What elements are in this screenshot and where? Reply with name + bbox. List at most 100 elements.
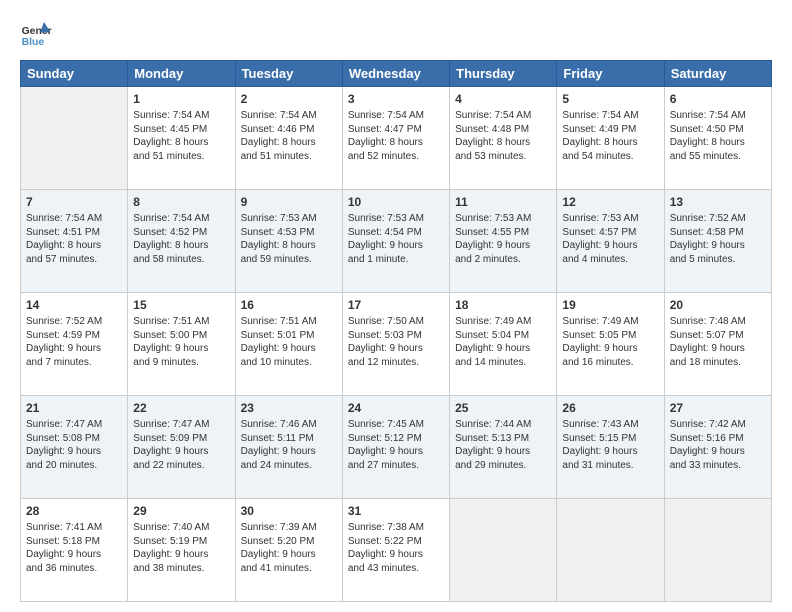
day-number: 4 [455, 91, 551, 107]
logo-icon: General Blue [20, 18, 52, 50]
calendar-cell: 10 Sunrise: 7:53 AMSunset: 4:54 PMDayligh… [342, 190, 449, 293]
calendar-header-tuesday: Tuesday [235, 61, 342, 87]
day-number: 15 [133, 297, 229, 313]
day-number: 2 [241, 91, 337, 107]
day-info: Sunrise: 7:50 AMSunset: 5:03 PMDaylight:… [348, 315, 444, 369]
day-info: Sunrise: 7:54 AMSunset: 4:51 PMDaylight:… [26, 212, 122, 266]
calendar-cell: 27Sunrise: 7:42 AMSunset: 5:16 PMDayligh… [664, 396, 771, 499]
calendar-cell: 1Sunrise: 7:54 AMSunset: 4:45 PMDaylight… [128, 87, 235, 190]
day-number: 8 [133, 194, 229, 210]
day-number: 27 [670, 400, 766, 416]
day-info: Sunrise: 7:54 AMSunset: 4:49 PMDaylight:… [562, 109, 658, 163]
calendar-cell: 5 Sunrise: 7:54 AMSunset: 4:49 PMDaylight… [557, 87, 664, 190]
week-row-5: 28 Sunrise: 7:41 AMSunset: 5:18 PMDayligh… [21, 499, 772, 602]
day-number: 16 [241, 297, 337, 313]
week-row-2: 7 Sunrise: 7:54 AMSunset: 4:51 PMDaylight… [21, 190, 772, 293]
week-row-3: 14 Sunrise: 7:52 AMSunset: 4:59 PMDayligh… [21, 293, 772, 396]
calendar-cell: 22 Sunrise: 7:47 AMSunset: 5:09 PMDayligh… [128, 396, 235, 499]
day-number: 9 [241, 194, 337, 210]
logo: General Blue [20, 18, 52, 50]
day-info: Sunrise: 7:49 AMSunset: 5:05 PMDaylight:… [562, 315, 658, 369]
day-number: 24 [348, 400, 444, 416]
calendar-cell: 9 Sunrise: 7:53 AMSunset: 4:53 PMDaylight… [235, 190, 342, 293]
day-number: 22 [133, 400, 229, 416]
day-info: Sunrise: 7:47 AMSunset: 5:08 PMDaylight:… [26, 418, 122, 472]
calendar-cell [21, 87, 128, 190]
day-number: 11 [455, 194, 551, 210]
calendar-cell: 15 Sunrise: 7:51 AMSunset: 5:00 PMDayligh… [128, 293, 235, 396]
day-number: 17 [348, 297, 444, 313]
calendar-table: SundayMondayTuesdayWednesdayThursdayFrid… [20, 60, 772, 602]
calendar-cell: 12 Sunrise: 7:53 AMSunset: 4:57 PMDayligh… [557, 190, 664, 293]
calendar-header-sunday: Sunday [21, 61, 128, 87]
day-info: Sunrise: 7:54 AMSunset: 4:50 PMDaylight:… [670, 109, 766, 163]
calendar-cell: 30 Sunrise: 7:39 AMSunset: 5:20 PMDayligh… [235, 499, 342, 602]
day-number: 28 [26, 503, 122, 519]
day-number: 29 [133, 503, 229, 519]
svg-text:Blue: Blue [22, 37, 45, 48]
calendar-header-thursday: Thursday [450, 61, 557, 87]
day-number: 6 [670, 91, 766, 107]
calendar-cell: 16 Sunrise: 7:51 AMSunset: 5:01 PMDayligh… [235, 293, 342, 396]
day-info: Sunrise: 7:41 AMSunset: 5:18 PMDaylight:… [26, 521, 122, 575]
day-number: 12 [562, 194, 658, 210]
calendar-cell: 6 Sunrise: 7:54 AMSunset: 4:50 PMDaylight… [664, 87, 771, 190]
day-number: 7 [26, 194, 122, 210]
day-number: 26 [562, 400, 658, 416]
day-info: Sunrise: 7:53 AMSunset: 4:53 PMDaylight:… [241, 212, 337, 266]
day-number: 19 [562, 297, 658, 313]
day-info: Sunrise: 7:48 AMSunset: 5:07 PMDaylight:… [670, 315, 766, 369]
day-info: Sunrise: 7:45 AMSunset: 5:12 PMDaylight:… [348, 418, 444, 472]
day-info: Sunrise: 7:54 AMSunset: 4:46 PMDaylight:… [241, 109, 337, 163]
day-number: 18 [455, 297, 551, 313]
calendar-cell [557, 499, 664, 602]
calendar-cell: 21 Sunrise: 7:47 AMSunset: 5:08 PMDayligh… [21, 396, 128, 499]
calendar-cell: 7 Sunrise: 7:54 AMSunset: 4:51 PMDaylight… [21, 190, 128, 293]
calendar-cell: 18Sunrise: 7:49 AMSunset: 5:04 PMDayligh… [450, 293, 557, 396]
calendar-cell: 8Sunrise: 7:54 AMSunset: 4:52 PMDaylight… [128, 190, 235, 293]
day-number: 14 [26, 297, 122, 313]
day-number: 5 [562, 91, 658, 107]
calendar-cell: 13 Sunrise: 7:52 AMSunset: 4:58 PMDayligh… [664, 190, 771, 293]
day-number: 21 [26, 400, 122, 416]
calendar-cell: 29 Sunrise: 7:40 AMSunset: 5:19 PMDayligh… [128, 499, 235, 602]
day-number: 10 [348, 194, 444, 210]
calendar-cell: 26Sunrise: 7:43 AMSunset: 5:15 PMDayligh… [557, 396, 664, 499]
calendar-header-monday: Monday [128, 61, 235, 87]
calendar-cell: 23Sunrise: 7:46 AMSunset: 5:11 PMDayligh… [235, 396, 342, 499]
day-info: Sunrise: 7:51 AMSunset: 5:01 PMDaylight:… [241, 315, 337, 369]
calendar-cell: 4 Sunrise: 7:54 AMSunset: 4:48 PMDaylight… [450, 87, 557, 190]
calendar-cell: 11 Sunrise: 7:53 AMSunset: 4:55 PMDayligh… [450, 190, 557, 293]
day-info: Sunrise: 7:51 AMSunset: 5:00 PMDaylight:… [133, 315, 229, 369]
calendar-cell: 25Sunrise: 7:44 AMSunset: 5:13 PMDayligh… [450, 396, 557, 499]
day-info: Sunrise: 7:38 AMSunset: 5:22 PMDaylight:… [348, 521, 444, 575]
header: General Blue [20, 18, 772, 50]
calendar-cell: 2 Sunrise: 7:54 AMSunset: 4:46 PMDaylight… [235, 87, 342, 190]
day-info: Sunrise: 7:47 AMSunset: 5:09 PMDaylight:… [133, 418, 229, 472]
day-info: Sunrise: 7:54 AMSunset: 4:47 PMDaylight:… [348, 109, 444, 163]
day-number: 3 [348, 91, 444, 107]
calendar-cell: 24 Sunrise: 7:45 AMSunset: 5:12 PMDayligh… [342, 396, 449, 499]
calendar-cell: 17 Sunrise: 7:50 AMSunset: 5:03 PMDayligh… [342, 293, 449, 396]
calendar-header-saturday: Saturday [664, 61, 771, 87]
calendar-header-row: SundayMondayTuesdayWednesdayThursdayFrid… [21, 61, 772, 87]
calendar-cell: 3 Sunrise: 7:54 AMSunset: 4:47 PMDaylight… [342, 87, 449, 190]
day-info: Sunrise: 7:53 AMSunset: 4:55 PMDaylight:… [455, 212, 551, 266]
day-info: Sunrise: 7:46 AMSunset: 5:11 PMDaylight:… [241, 418, 337, 472]
calendar-cell: 28 Sunrise: 7:41 AMSunset: 5:18 PMDayligh… [21, 499, 128, 602]
day-info: Sunrise: 7:53 AMSunset: 4:54 PMDaylight:… [348, 212, 444, 266]
calendar-cell: 20Sunrise: 7:48 AMSunset: 5:07 PMDayligh… [664, 293, 771, 396]
day-info: Sunrise: 7:52 AMSunset: 4:59 PMDaylight:… [26, 315, 122, 369]
day-info: Sunrise: 7:53 AMSunset: 4:57 PMDaylight:… [562, 212, 658, 266]
day-info: Sunrise: 7:52 AMSunset: 4:58 PMDaylight:… [670, 212, 766, 266]
calendar-cell [664, 499, 771, 602]
day-number: 1 [133, 91, 229, 107]
calendar-header-friday: Friday [557, 61, 664, 87]
day-info: Sunrise: 7:39 AMSunset: 5:20 PMDaylight:… [241, 521, 337, 575]
day-number: 31 [348, 503, 444, 519]
day-info: Sunrise: 7:54 AMSunset: 4:48 PMDaylight:… [455, 109, 551, 163]
day-number: 30 [241, 503, 337, 519]
calendar-cell [450, 499, 557, 602]
day-info: Sunrise: 7:40 AMSunset: 5:19 PMDaylight:… [133, 521, 229, 575]
day-number: 13 [670, 194, 766, 210]
